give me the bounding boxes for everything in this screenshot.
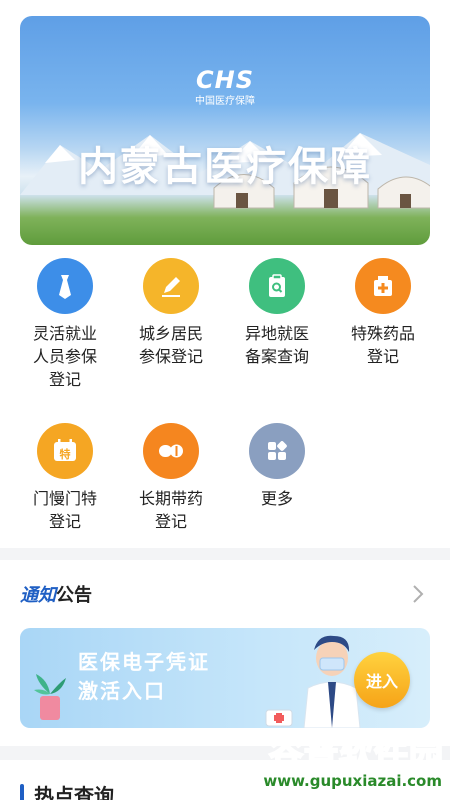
e-voucher-banner[interactable]: 医保电子凭证 激活入口 进入 [20,628,430,728]
service-label: 长期带药 登记 [138,489,203,531]
notice-title-highlight: 通知 [20,585,56,606]
service-label: 异地就医 备案查询 [244,324,309,366]
service-flexible-employment[interactable]: 灵活就业 人员参保 登记 [12,258,118,391]
service-more[interactable]: 更多 [224,423,330,510]
clipboard-search-icon [249,258,305,314]
service-label: 灵活就业 人员参保 登记 [32,324,97,389]
tie-icon [37,258,93,314]
plant-icon [34,674,66,720]
notice-title-rest: 公告 [56,585,92,606]
service-urban-rural-enroll[interactable]: 城乡居民 参保登记 [118,258,224,368]
service-chronic-special[interactable]: 特 门慢门特 登记 [12,423,118,533]
notice-section: 通知公告 医保电子凭证 激活入口 进入 [0,560,450,746]
section-accent-bar [20,784,24,800]
chevron-right-icon[interactable] [412,584,424,604]
service-label: 更多 [260,489,293,508]
pill-icon [143,423,199,479]
notice-title: 通知公告 [20,581,92,607]
medicine-box-icon [355,258,411,314]
service-remote-medical-filing[interactable]: 异地就医 备案查询 [224,258,330,368]
calendar-badge: 特 [60,447,71,461]
logo-mark: CHS [196,66,254,94]
service-label: 城乡居民 参保登记 [138,324,203,366]
promo-line-2: 激活入口 [78,679,166,703]
watermark: 谷普软件园 www.gupuxiazai.com [248,724,448,794]
top-card: CHS 中国医疗保障 内蒙古医疗保障 灵活就业 人员参保 登记 城乡居民 参保登… [0,0,450,548]
watermark-url: www.gupuxiazai.com [261,772,444,790]
enter-button[interactable]: 进入 [354,652,410,708]
edit-icon [143,258,199,314]
hot-query-title: 热点查询 [34,784,114,800]
watermark-main: 谷普软件园 [268,733,444,775]
more-grid-icon [249,423,305,479]
banner[interactable]: CHS 中国医疗保障 内蒙古医疗保障 [20,16,430,245]
service-label: 门慢门特 登记 [32,489,97,531]
banner-title: 内蒙古医疗保障 [78,144,372,190]
promo-text: 医保电子凭证 激活入口 [78,648,210,706]
logo-subtitle: 中国医疗保障 [195,96,255,107]
calendar-special-icon: 特 [37,423,93,479]
service-special-drugs[interactable]: 特殊药品 登记 [330,258,436,368]
service-long-term-medication[interactable]: 长期带药 登记 [118,423,224,533]
chs-logo: CHS 中国医疗保障 [20,66,430,107]
service-label: 特殊药品 登记 [350,324,415,366]
promo-line-1: 医保电子凭证 [78,650,210,674]
